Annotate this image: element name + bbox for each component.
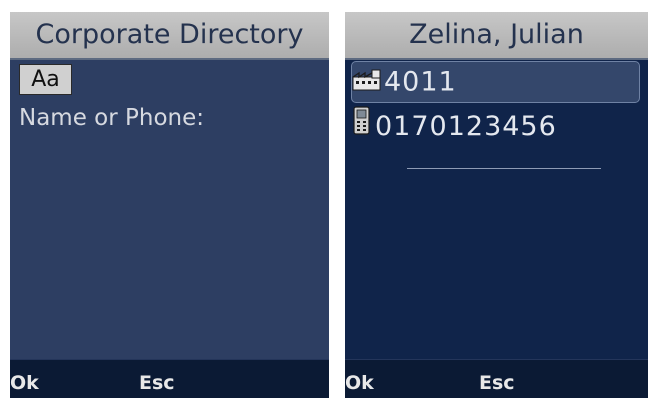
contact-body: 4011 0170123456 <box>345 60 648 360</box>
esc-softkey[interactable]: Esc <box>139 371 175 395</box>
contact-name-title: Zelina, Julian <box>345 12 648 60</box>
contact-detail-screen: Zelina, Julian 4011 0170123456 Ok Esc <box>345 12 648 398</box>
ok-softkey[interactable]: Ok <box>345 371 374 395</box>
screen-title: Corporate Directory <box>10 12 329 60</box>
phone-entry-office[interactable]: 4011 <box>351 61 640 103</box>
input-mode-indicator[interactable]: Aa <box>19 64 72 95</box>
divider <box>407 168 601 169</box>
directory-search-screen: Corporate Directory Aa Name or Phone: Ok… <box>10 12 329 398</box>
softkey-bar: Ok Esc <box>10 359 329 398</box>
ok-softkey[interactable]: Ok <box>10 371 39 395</box>
office-number: 4011 <box>384 66 457 98</box>
mobile-phone-icon <box>351 106 373 148</box>
search-prompt-label: Name or Phone: <box>19 105 204 131</box>
search-body: Aa Name or Phone: <box>10 60 329 360</box>
mobile-number: 0170123456 <box>375 111 557 142</box>
softkey-bar: Ok Esc <box>345 359 648 398</box>
office-phone-icon <box>352 63 382 103</box>
phone-entry-mobile[interactable]: 0170123456 <box>351 106 640 146</box>
esc-softkey[interactable]: Esc <box>479 371 515 395</box>
